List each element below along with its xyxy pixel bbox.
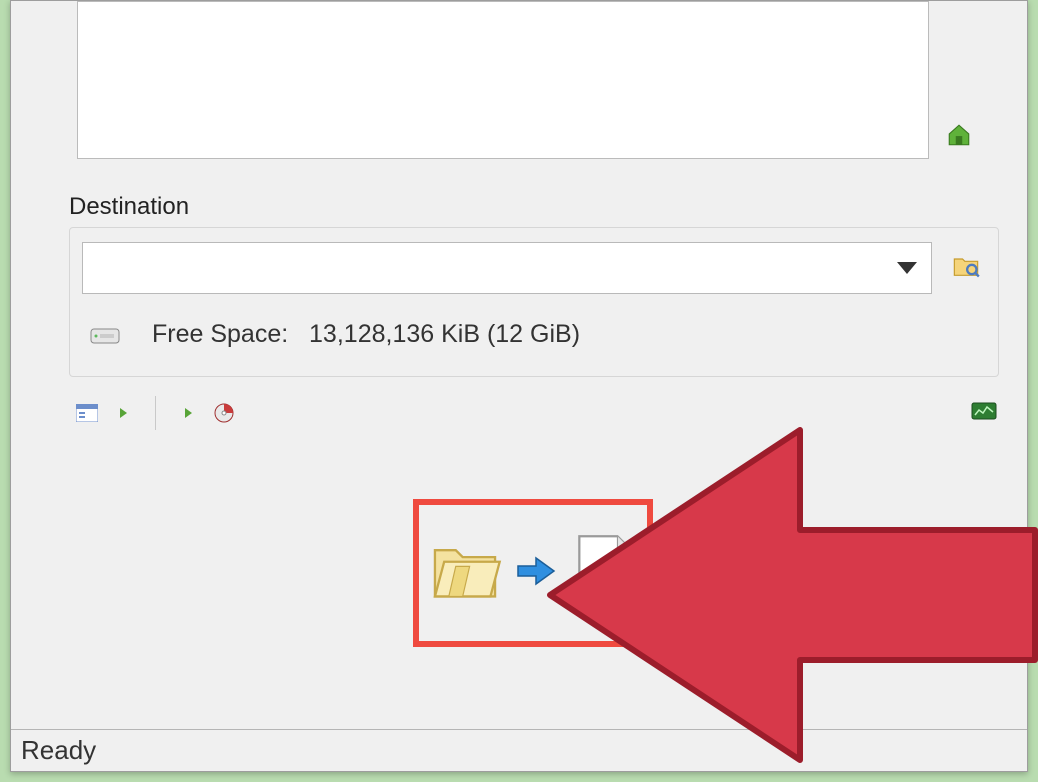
free-space-value: 13,128,136 KiB (12 GiB) — [309, 320, 580, 348]
home-plus-icon[interactable] — [945, 121, 973, 149]
main-panel: Destination Free Space: — [35, 1, 1003, 729]
source-list[interactable] — [77, 1, 929, 159]
app-window: Destination Free Space: — [10, 0, 1028, 772]
play-icon[interactable] — [174, 401, 202, 425]
hard-drive-icon — [90, 328, 122, 348]
build-image-button[interactable] — [413, 499, 653, 647]
toolbar-separator — [155, 396, 156, 430]
disc-image-icon — [570, 534, 638, 613]
status-text: Ready — [21, 735, 96, 766]
burn-disc-button[interactable] — [210, 401, 238, 425]
destination-group: Free Space: 13,128,136 KiB (12 GiB) — [69, 227, 999, 377]
chevron-down-icon — [897, 262, 917, 274]
browse-destination-button[interactable] — [950, 250, 982, 282]
free-space-text: Free Space: 13,128,136 KiB (12 GiB) — [152, 320, 580, 349]
panel-options-button[interactable] — [73, 401, 101, 425]
destination-dropdown[interactable] — [82, 242, 932, 294]
open-folder-icon — [428, 534, 502, 613]
monitor-button[interactable] — [971, 402, 999, 424]
toolbar — [73, 395, 999, 431]
status-bar: Ready — [11, 729, 1027, 771]
destination-label: Destination — [69, 193, 189, 221]
blue-arrow-icon — [516, 551, 556, 596]
free-space-label: Free Space: — [152, 320, 288, 348]
play-icon[interactable] — [109, 401, 137, 425]
